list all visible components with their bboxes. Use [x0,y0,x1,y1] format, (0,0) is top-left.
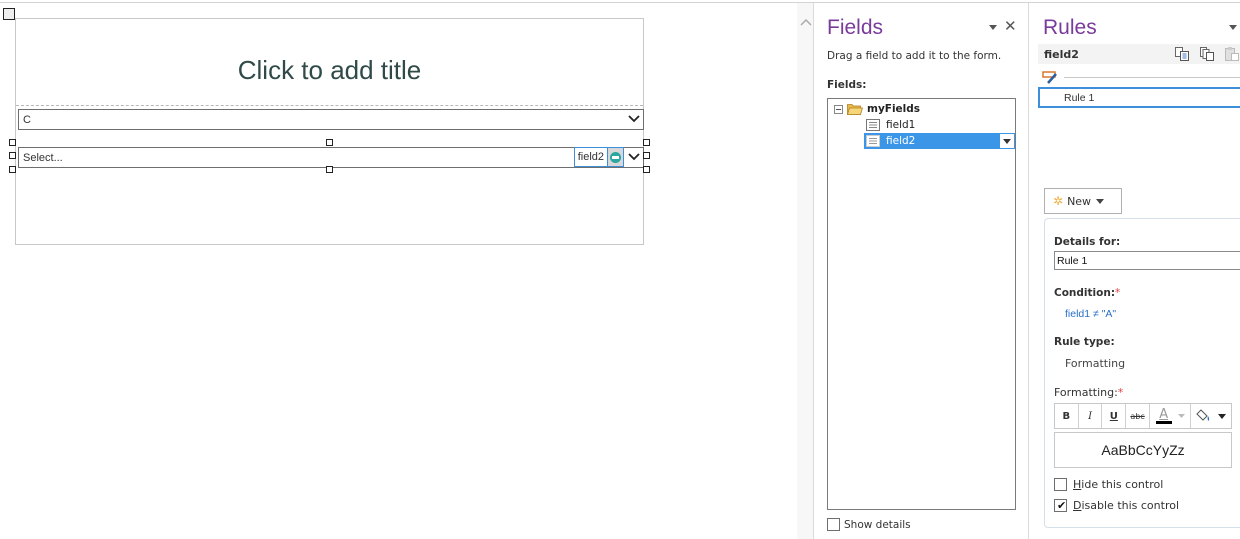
paste-rule-icon[interactable] [1224,46,1240,62]
title-placeholder[interactable]: Click to add title [238,55,422,86]
checkmark-icon: ✔ [1057,499,1067,512]
caret-down-icon [1003,138,1011,144]
close-icon[interactable]: ✕ [1004,19,1017,34]
new-rule-icon: ✲ [1053,194,1064,208]
copy-all-rules-icon[interactable] [1199,46,1215,62]
condition-link[interactable]: field1 ≠ "A" [1065,308,1116,320]
condition-label: Condition:* [1054,287,1121,299]
paint-bucket-icon [1196,409,1210,421]
caret-down-icon [1177,414,1185,418]
underline-button[interactable]: U [1102,404,1127,428]
tree-node-root[interactable]: − myFields [834,101,920,117]
dropdown-control-1[interactable]: C [18,109,644,130]
bold-button[interactable]: B [1055,404,1079,428]
rule-type-value: Formatting [1065,357,1126,370]
format-preview: AaBbCcYyZz [1054,432,1232,468]
rule-list-item[interactable]: Rule 1 [1038,87,1240,108]
pane-menu-icon[interactable] [1228,23,1238,31]
field-tree[interactable]: − myFields field1 field2 [827,98,1016,510]
folder-open-icon [847,104,863,115]
font-color-icon: A [1159,406,1169,422]
tree-node-label: field1 [886,119,916,131]
field-options-dropdown[interactable] [1000,134,1014,148]
resize-handle[interactable] [643,139,650,146]
vertical-scrollbar[interactable] [797,3,814,539]
resize-handle[interactable] [326,139,333,146]
disable-control-checkbox[interactable]: ✔ Disable this control [1054,499,1179,512]
show-details-label: Show details [844,518,911,531]
bound-field-icon [607,148,623,166]
hide-control-label: Hide this control [1073,478,1164,491]
rule-label: Rule 1 [1064,91,1095,104]
chevron-down-icon[interactable] [627,112,641,126]
rule-type-label: Rule type: [1054,336,1115,348]
rules-pane-title: Rules [1043,16,1097,39]
tree-node-label: field2 [886,135,916,147]
scroll-up-icon[interactable] [800,17,812,27]
show-details-checkbox[interactable]: Show details [827,518,911,531]
fields-label: Fields: [827,79,867,91]
required-marker: * [1115,287,1121,299]
collapse-icon[interactable]: − [834,104,843,114]
rule-details-panel: Details for: Rule 1 Condition:* field1 ≠… [1044,218,1240,528]
strikethrough-button[interactable]: abc [1126,404,1150,428]
field-icon [866,135,880,147]
layout-table: Click to add title C Select... field2 [15,18,644,245]
checkbox[interactable] [1054,478,1067,491]
disable-control-label: Disable this control [1073,499,1180,512]
rule-name-input[interactable]: Rule 1 [1054,251,1240,270]
dropdown-control-2[interactable]: Select... field2 [18,147,644,168]
new-rule-button[interactable]: ✲ New [1044,188,1122,214]
chevron-down-icon[interactable] [627,150,641,164]
fields-pane: Fields ✕ Drag a field to add it to the f… [814,3,1029,539]
italic-button[interactable]: I [1079,404,1103,428]
checkbox[interactable] [827,518,840,531]
title-section[interactable]: Click to add title [16,19,643,106]
resize-handle[interactable] [9,166,16,173]
shading-color-button[interactable] [1191,404,1231,428]
resize-handle[interactable] [9,152,16,159]
required-marker: * [1117,386,1124,399]
font-color-button[interactable]: A [1150,404,1192,428]
rules-field-name: field2 [1044,47,1079,61]
tree-node-label: myFields [867,103,921,115]
tree-node-field1[interactable]: field1 [866,117,915,133]
rule-group-separator [1042,71,1240,85]
binding-tag[interactable]: field2 [573,147,624,167]
caret-down-icon [1218,413,1227,419]
resize-handle[interactable] [643,152,650,159]
new-button-label: New [1067,194,1092,208]
dropdown-value: C [23,113,31,126]
resize-handle[interactable] [643,166,650,173]
caret-down-icon [1096,198,1105,204]
resize-handle[interactable] [9,139,16,146]
fields-description: Drag a field to add it to the form. [827,50,1002,62]
dropdown-placeholder: Select... [23,151,63,164]
format-painter-icon [1042,71,1057,84]
copy-rule-icon[interactable] [1174,46,1190,62]
formatting-label: Formatting:* [1054,386,1124,399]
binding-field-name: field2 [577,151,604,163]
resize-handle[interactable] [326,166,333,173]
field-icon [866,119,880,131]
checkbox[interactable]: ✔ [1054,499,1067,512]
table-select-handle[interactable] [3,8,15,20]
form-canvas: Click to add title C Select... field2 [0,3,797,539]
tree-node-field2[interactable]: field2 [864,133,1015,149]
pane-menu-icon[interactable] [988,23,998,31]
formatting-toolbar: B I U abc A [1054,403,1232,429]
details-for-label: Details for: [1054,236,1121,248]
rules-field-header: field2 [1038,44,1240,64]
fields-pane-title: Fields [827,16,884,39]
hide-control-checkbox[interactable]: Hide this control [1054,478,1163,491]
rules-pane: Rules field2 Rule 1 ✲ New Details for: R… [1030,3,1240,539]
